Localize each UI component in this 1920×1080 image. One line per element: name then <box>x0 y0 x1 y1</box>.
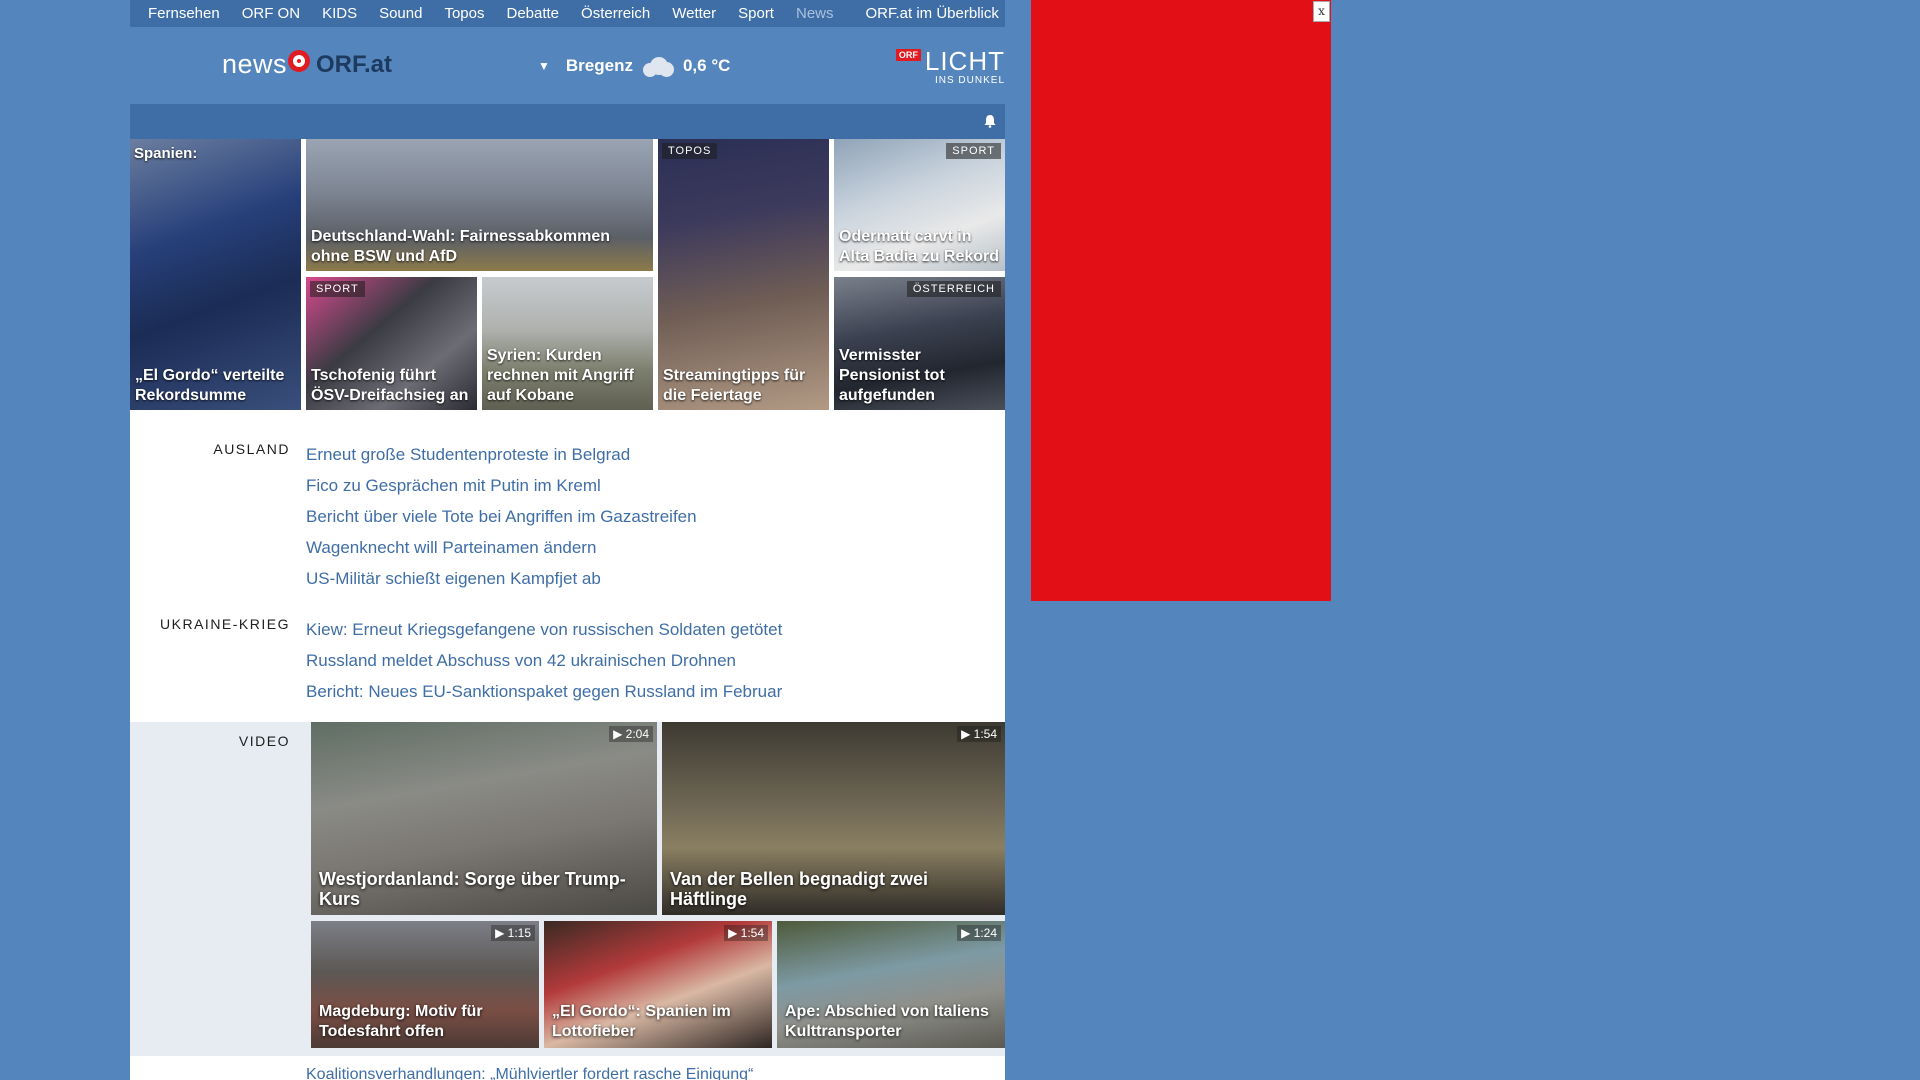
orf-badge: ORF <box>895 49 921 61</box>
teaser-title: Tschofenig führt ÖSV-Dreifachsieg an <box>311 367 469 404</box>
video-title: Magdeburg: Motiv für Todesfahrt offen <box>319 1003 483 1040</box>
section-label: VIDEO <box>238 733 290 749</box>
video-tile[interactable]: ▶ 1:54 Van der Bellen begnadigt zwei Häf… <box>662 722 1005 915</box>
main-content: Spanien: „El Gordo“ verteilte Rekordsumm… <box>130 139 1005 1080</box>
section-video: VIDEO ▶ 2:04 Westjordanland: Sorge über … <box>130 722 1005 1056</box>
video-tile[interactable]: ▶ 1:24 Ape: Abschied von Italiens Kulttr… <box>777 921 1005 1048</box>
news-link[interactable]: Bericht über viele Tote bei Angriffen im… <box>306 501 697 532</box>
news-link[interactable]: US-Militär schießt eigenen Kampfjet ab <box>306 563 697 594</box>
logo-orf-text[interactable]: ORF.at <box>316 51 392 79</box>
nav-item-orf-on[interactable]: ORF ON <box>242 5 300 22</box>
advertisement-banner[interactable] <box>1031 0 1331 601</box>
weather-widget[interactable]: ▼ Bregenz 0,6 °C <box>538 55 730 77</box>
site-header: news ORF.at ▼ Bregenz 0,6 °C ORF LICHT IN… <box>130 27 1005 104</box>
nav-item-topos[interactable]: Topos <box>444 5 484 22</box>
ad-close-button[interactable]: x <box>1313 1 1330 22</box>
nav-item-oesterreich[interactable]: Österreich <box>581 5 650 22</box>
nav-overview-link[interactable]: ORF.at im Überblick <box>866 5 999 22</box>
teaser-overline: Spanien: <box>134 145 198 162</box>
cloud-icon <box>641 55 675 77</box>
teaser-vermisster-pensionist[interactable]: ÖSTERREICH Vermisster Pensionist tot auf… <box>834 277 1005 410</box>
teaser-streamingtipps[interactable]: TOPOS Streamingtipps für die Feiertage <box>658 139 829 410</box>
nav-item-debatte[interactable]: Debatte <box>506 5 559 22</box>
teaser-deutschland-wahl[interactable]: Deutschland-Wahl: Fairnessabkommen ohne … <box>306 139 653 271</box>
bell-icon[interactable] <box>983 114 997 128</box>
teaser-tschofenig[interactable]: SPORT Tschofenig führt ÖSV-Dreifachsieg … <box>306 277 477 410</box>
teaser-category-tag: TOPOS <box>662 143 718 159</box>
header-subbar <box>130 104 1005 139</box>
teaser-title: Odermatt carvt in Alta Badia zu Rekord <box>839 228 1000 265</box>
teaser-el-gordo[interactable]: Spanien: „El Gordo“ verteilte Rekordsumm… <box>130 139 301 410</box>
video-tile[interactable]: ▶ 2:04 Westjordanland: Sorge über Trump-… <box>311 722 657 915</box>
licht-ins-dunkel-logo[interactable]: ORF LICHT INS DUNKEL <box>895 46 1005 86</box>
video-duration: ▶ 1:15 <box>491 925 535 941</box>
teaser-category-tag: SPORT <box>310 281 365 297</box>
news-link[interactable]: Wagenknecht will Parteinamen ändern <box>306 532 697 563</box>
news-link[interactable]: Bericht: Neues EU-Sanktionspaket gegen R… <box>306 676 782 707</box>
video-tile[interactable]: ▶ 1:54 „El Gordo“: Spanien im Lottofiebe… <box>544 921 772 1048</box>
weather-temperature: 0,6 °C <box>682 56 731 75</box>
news-link[interactable]: Erneut große Studentenproteste in Belgra… <box>306 439 697 470</box>
teaser-title: Deutschland-Wahl: Fairnessabkommen ohne … <box>311 228 611 265</box>
teaser-title: Vermisster Pensionist tot aufgefunden <box>839 347 945 404</box>
video-title: „El Gordo“: Spanien im Lottofieber <box>552 1003 731 1040</box>
video-duration: ▶ 1:54 <box>724 925 768 941</box>
teaser-category-tag: ÖSTERREICH <box>906 281 1001 297</box>
nav-item-sound[interactable]: Sound <box>379 5 422 22</box>
video-duration: ▶ 2:04 <box>609 726 653 742</box>
news-link[interactable]: Kiew: Erneut Kriegsgefangene von russisc… <box>306 614 782 645</box>
video-title: Westjordanland: Sorge über Trump-Kurs <box>319 869 626 909</box>
top-navigation: Fernsehen ORF ON KIDS Sound Topos Debatt… <box>130 0 1005 27</box>
video-title: Van der Bellen begnadigt zwei Häftlinge <box>670 869 929 909</box>
teaser-title: „El Gordo“ verteilte Rekordsumme <box>135 367 285 404</box>
teaser-syrien-kurden[interactable]: Syrien: Kurden rechnen mit Angriff auf K… <box>482 277 653 410</box>
teaser-odermatt[interactable]: SPORT Odermatt carvt in Alta Badia zu Re… <box>834 139 1005 271</box>
section-label: UKRAINE-KRIEG <box>160 616 290 632</box>
video-title: Ape: Abschied von Italiens Kulttransport… <box>785 1003 989 1040</box>
news-link[interactable]: Koalitionsverhandlungen: „Mühlviertler f… <box>306 1066 753 1080</box>
nav-item-fernsehen[interactable]: Fernsehen <box>148 5 220 22</box>
nav-item-news[interactable]: News <box>796 5 834 22</box>
orf-eye-logo-icon[interactable] <box>288 50 310 72</box>
video-tile[interactable]: ▶ 1:15 Magdeburg: Motiv für Todesfahrt o… <box>311 921 539 1048</box>
licht-subtitle: INS DUNKEL <box>934 75 1005 86</box>
teaser-title: Streamingtipps für die Feiertage <box>663 367 806 404</box>
news-link[interactable]: Russland meldet Abschuss von 42 ukrainis… <box>306 645 782 676</box>
section-label: AUSLAND <box>213 441 290 457</box>
nav-item-kids[interactable]: KIDS <box>322 5 357 22</box>
logo-news-text[interactable]: news <box>222 49 287 80</box>
teaser-category-tag: SPORT <box>946 143 1001 159</box>
news-link[interactable]: Fico zu Gesprächen mit Putin im Kreml <box>306 470 697 501</box>
nav-item-sport[interactable]: Sport <box>738 5 774 22</box>
dropdown-triangle-icon[interactable]: ▼ <box>538 59 550 73</box>
licht-title: LICHT <box>924 46 1005 76</box>
teaser-title: Syrien: Kurden rechnen mit Angriff auf K… <box>487 347 634 404</box>
video-duration: ▶ 1:54 <box>957 726 1001 742</box>
video-duration: ▶ 1:24 <box>957 925 1001 941</box>
weather-city[interactable]: Bregenz <box>566 56 633 76</box>
nav-item-wetter[interactable]: Wetter <box>672 5 716 22</box>
